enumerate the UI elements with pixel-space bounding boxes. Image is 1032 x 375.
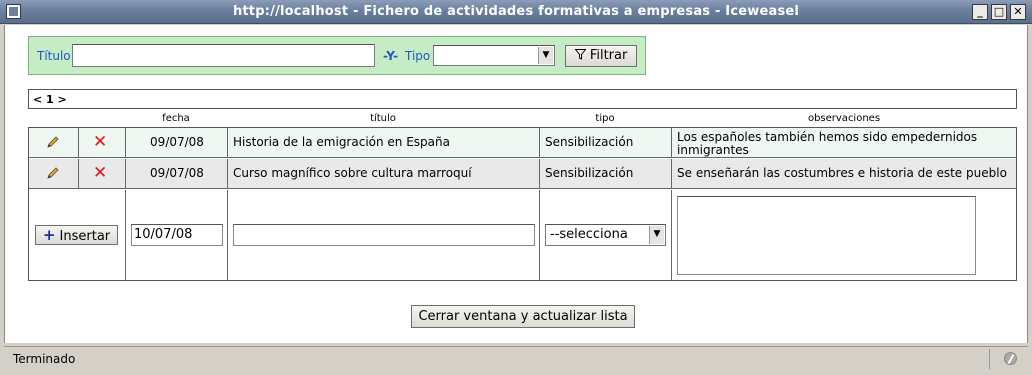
column-divider [671,190,672,280]
tipo-text: Sensibilización [545,135,634,149]
pencil-icon[interactable] [46,135,60,149]
tipo-cell: Sensibilización [540,159,672,188]
pencil-icon[interactable] [46,166,60,180]
fecha-text: 09/07/08 [150,166,204,180]
delete-cell: ✕ [79,159,126,188]
window-title: http://localhost - Fichero de actividade… [232,4,800,19]
titulo-cell: Curso magnífico sobre cultura marroquí [228,159,540,188]
and-label: -Y- [383,49,399,63]
filter-button-label: Filtrar [589,48,628,63]
column-divider [539,190,540,280]
tipo-select[interactable]: --selecciona ▼ [545,224,666,246]
red-x-icon[interactable]: ✕ [93,165,107,182]
minimize-button[interactable]: _ [972,4,988,20]
title-filter-input[interactable] [72,44,375,67]
close-window-button[interactable]: ✕ [1010,4,1026,20]
insert-button-label: Insertar [59,229,111,244]
titulo-text: Historia de la emigración en España [233,135,450,149]
observaciones-text: Los españoles también hemos sido empeder… [677,130,978,157]
table-row: ✕ 09/07/08 Historia de la emigración en … [29,128,1016,158]
observaciones-cell: Los españoles también hemos sido empeder… [672,128,1016,157]
titulo-input[interactable] [233,224,535,246]
titulo-cell: Historia de la emigración en España [228,128,540,157]
column-header-tipo: tipo [595,113,615,124]
observaciones-text: Se enseñarán las costumbres e historia d… [677,166,1007,180]
funnel-icon [574,49,587,60]
insert-button[interactable]: + Insertar [35,225,118,245]
title-filter-label: Título [37,49,71,63]
tipo-text: Sensibilización [545,166,634,180]
tipo-cell: Sensibilización [540,128,672,157]
column-header-titulo: título [370,113,396,124]
type-filter-select[interactable]: ▼ [433,45,555,66]
column-header-observaciones: observaciones [807,113,881,124]
fecha-cell: 09/07/08 [126,128,228,157]
type-filter-label: Tipo [405,49,431,63]
column-header-fecha: fecha [162,113,190,124]
edit-cell [29,159,79,188]
red-x-icon[interactable]: ✕ [93,134,107,151]
status-divider [989,349,990,369]
pagination[interactable]: < 1 > [28,89,1017,109]
tipo-select-value: --selecciona [550,227,628,242]
titulo-text: Curso magnífico sobre cultura marroquí [233,166,472,180]
maximize-button[interactable]: □ [991,4,1007,20]
close-and-refresh-button[interactable]: Cerrar ventana y actualizar lista [411,305,635,328]
edit-cell [29,128,79,157]
column-divider [227,190,228,280]
window-titlebar: http://localhost - Fichero de actividade… [0,0,1032,24]
plus-icon: + [42,226,56,244]
observaciones-cell: Se enseñarán las costumbres e historia d… [672,159,1016,188]
filter-panel: Título -Y- Tipo ▼ Filtrar [28,36,646,75]
status-bar: Terminado [4,346,1028,370]
observaciones-textarea[interactable] [677,196,976,275]
status-text: Terminado [13,352,76,366]
pagination-text: < 1 > [33,93,67,106]
filter-button[interactable]: Filtrar [565,45,637,67]
security-status-icon[interactable] [1004,352,1017,365]
fecha-input[interactable]: 10/07/08 [131,224,223,246]
chevron-down-icon: ▼ [538,47,553,64]
column-divider [125,190,126,280]
table-row: ✕ 09/07/08 Curso magnífico sobre cultura… [29,159,1016,189]
activities-table: ✕ 09/07/08 Historia de la emigración en … [28,127,1017,281]
chevron-down-icon: ▼ [649,226,664,244]
fecha-cell: 09/07/08 [126,159,228,188]
fecha-text: 09/07/08 [150,135,204,149]
delete-cell: ✕ [79,128,126,157]
